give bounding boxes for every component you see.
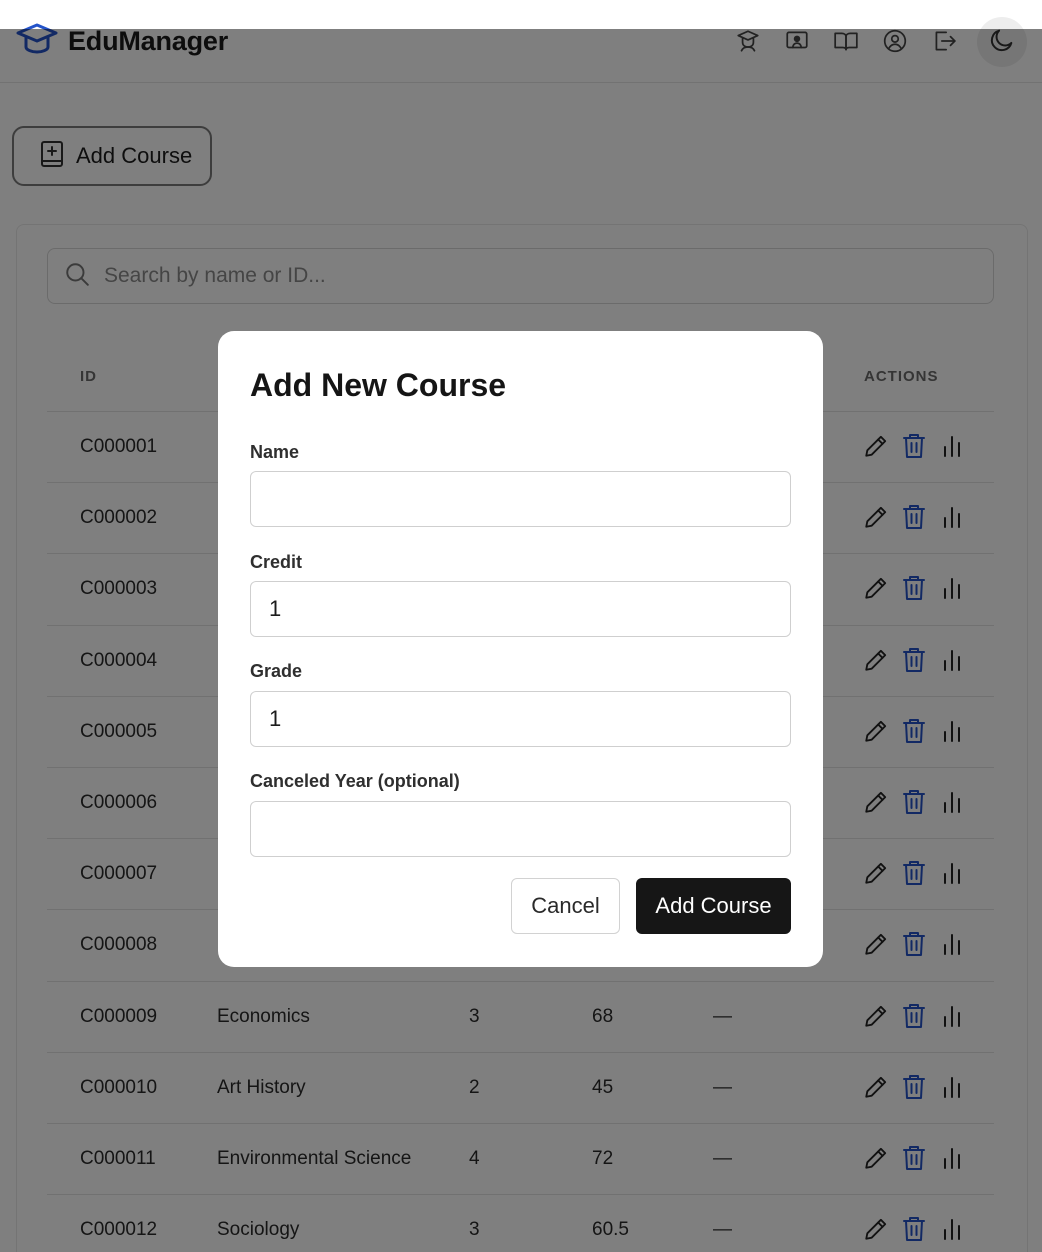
name-input[interactable] [250,471,791,527]
canceled-year-label: Canceled Year (optional) [250,771,460,791]
add-course-dialog: Add New Course Name Credit Grade Cancele… [218,331,823,967]
canceled-year-input[interactable] [250,801,791,857]
credit-label: Credit [250,552,303,572]
name-label: Name [250,442,300,462]
credit-input[interactable] [250,581,791,637]
dialog-title: Add New Course [250,367,507,403]
cancel-button[interactable]: Cancel [511,878,620,934]
submit-add-course-button[interactable]: Add Course [636,878,791,934]
grade-label: Grade [250,661,303,681]
grade-input[interactable] [250,691,791,747]
